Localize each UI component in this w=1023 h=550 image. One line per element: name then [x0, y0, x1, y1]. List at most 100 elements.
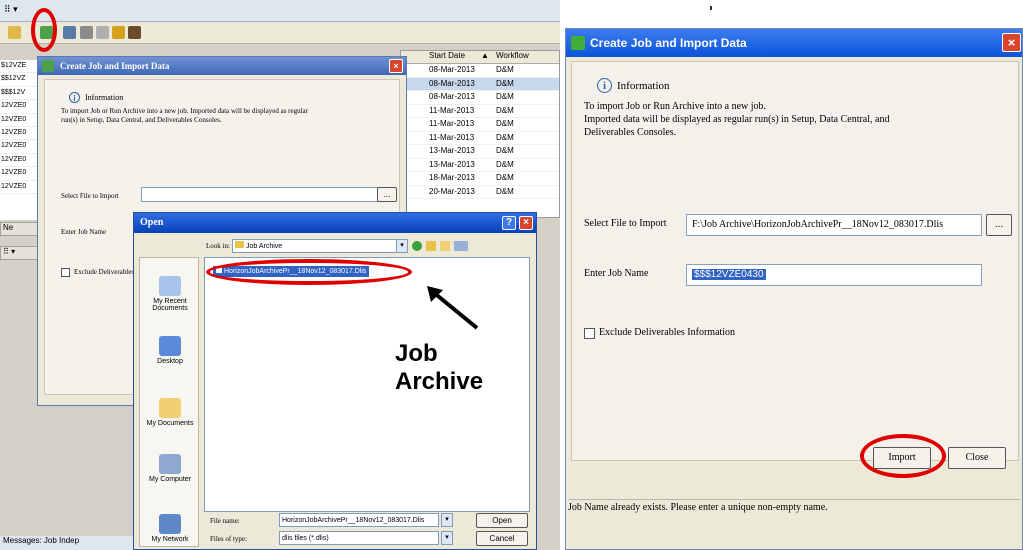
list-item[interactable]: 12VZE0 — [0, 127, 40, 141]
view-menu-icon[interactable] — [454, 241, 468, 251]
gear-icon[interactable] — [8, 26, 21, 39]
document-icon[interactable] — [128, 26, 141, 39]
look-in-value: Job Archive — [246, 243, 283, 250]
column-header-workflow[interactable]: Workflow — [496, 51, 529, 60]
file-path-input[interactable]: F:\Job Archive\HorizonJobArchivePr__18No… — [686, 214, 982, 236]
select-file-label: Select File to Import — [584, 218, 667, 229]
browse-button[interactable]: ... — [377, 187, 397, 202]
exclude-checkbox[interactable] — [61, 268, 70, 277]
list-item[interactable]: 12VZE0 — [0, 140, 40, 154]
job-name-selected-text: $$$12VZE0430 — [692, 269, 766, 280]
new-button[interactable]: Ne — [0, 222, 40, 236]
open-button[interactable]: Open — [476, 513, 528, 528]
cell-workflow: D&M — [496, 78, 514, 88]
chevron-down-icon[interactable]: ▾ — [441, 531, 453, 545]
columns-icon[interactable] — [80, 26, 93, 39]
cell-date: 11-Mar-2013 — [429, 132, 475, 142]
cell-date: 08-Mar-2013 — [429, 65, 475, 74]
table-row-selected[interactable]: 08-Mar-2013 D&M — [401, 77, 559, 91]
create-job-dialog-large: Create Job and Import Data × i Informati… — [565, 28, 1023, 550]
grid-icon[interactable] — [63, 26, 76, 39]
help-button[interactable]: ? — [502, 216, 516, 230]
highlight-ring-toolbar — [31, 8, 57, 52]
messages-tab[interactable]: Messages: Job Indep — [0, 536, 140, 550]
cell-workflow: D&M — [496, 159, 514, 169]
table-row[interactable]: 11-Mar-2013 D&M — [401, 132, 559, 145]
close-icon[interactable]: × — [389, 59, 403, 73]
list-item[interactable]: $12VZE — [0, 60, 40, 74]
cell-workflow: D&M — [496, 119, 514, 128]
list-item[interactable]: 12VZE0 — [0, 181, 40, 194]
file-type-select[interactable]: dlis files (*.dlis) — [279, 531, 439, 545]
cell-date: 11-Mar-2013 — [429, 105, 475, 115]
jobs-table: Start Date ▲ Workflow 08-Mar-2013 D&M 08-… — [400, 50, 560, 218]
up-folder-icon[interactable] — [426, 241, 436, 251]
table-row[interactable]: 08-Mar-2013 D&M — [401, 91, 559, 105]
cell-workflow: D&M — [496, 146, 514, 155]
exclude-label: Exclude Deliverables — [74, 268, 135, 276]
file-path-input[interactable] — [141, 187, 381, 202]
panel-header: ⠿ ▾ — [0, 246, 40, 260]
exclude-checkbox[interactable] — [584, 328, 595, 339]
cell-date: 13-Mar-2013 — [429, 146, 475, 155]
list-item[interactable]: 12VZE0 — [0, 100, 40, 114]
browse-button[interactable]: ... — [986, 214, 1012, 236]
list-item[interactable]: 12VZE0 — [0, 154, 40, 168]
chevron-down-icon[interactable]: ▾ — [396, 239, 408, 253]
menu-icon[interactable]: ⠿ ▾ — [4, 4, 18, 15]
table-row[interactable]: 13-Mar-2013 D&M — [401, 145, 559, 159]
table-row[interactable]: 20-Mar-2013 D&M — [401, 186, 559, 199]
job-list: $12VZE $$12VZ $$$12V 12VZE0 12VZE0 12VZE… — [0, 60, 40, 220]
info-heading: Information — [617, 80, 670, 92]
info-heading: Information — [85, 93, 124, 102]
dialog-content: i Information To import Job or Run Archi… — [571, 61, 1019, 461]
lock-icon[interactable] — [112, 26, 125, 39]
close-icon[interactable]: × — [519, 216, 533, 230]
status-bar: Job Name already exists. Please enter a … — [568, 499, 1020, 515]
list-item[interactable]: $$12VZ — [0, 73, 40, 87]
job-name-input[interactable]: $$$12VZE0430 — [686, 264, 982, 286]
column-header-start-date[interactable]: Start Date — [429, 51, 465, 60]
left-screenshot: ⠿ ▾ $12VZE $$12VZ $$$12V 12VZE0 12VZE0 1… — [0, 0, 560, 550]
table-row[interactable]: 11-Mar-2013 D&M — [401, 118, 559, 132]
file-name-input[interactable]: HorizonJobArchivePr__18Nov12_083017.Dlis — [279, 513, 439, 527]
list-item[interactable]: 12VZE0 — [0, 114, 40, 127]
app-icon — [42, 60, 54, 72]
close-icon[interactable]: × — [1002, 33, 1021, 52]
new-folder-icon[interactable] — [440, 241, 450, 251]
place-network[interactable]: My Network — [140, 514, 200, 543]
table-row[interactable]: 13-Mar-2013 D&M — [401, 159, 559, 172]
desktop-icon — [159, 336, 181, 356]
place-documents[interactable]: My Documents — [140, 398, 200, 427]
cell-workflow: D&M — [496, 173, 514, 182]
cell-date: 11-Mar-2013 — [429, 119, 475, 128]
recent-documents-icon — [159, 276, 181, 296]
table-row[interactable]: 11-Mar-2013 D&M — [401, 105, 559, 118]
table-row[interactable]: 08-Mar-2013 D&M — [401, 64, 559, 78]
cell-workflow: D&M — [496, 132, 514, 142]
back-icon[interactable] — [412, 241, 422, 251]
info-text: To import Job or Run Archive into a new … — [61, 107, 308, 124]
place-desktop[interactable]: Desktop — [140, 336, 200, 365]
table-row[interactable]: 18-Mar-2013 D&M — [401, 172, 559, 186]
places-bar: My Recent Documents Desktop My Documents… — [139, 257, 199, 547]
file-name-label: File name: — [210, 517, 240, 525]
close-button[interactable]: Close — [948, 447, 1006, 469]
place-recent[interactable]: My Recent Documents — [140, 276, 200, 312]
cell-workflow: D&M — [496, 186, 514, 196]
folder-icon — [235, 241, 244, 248]
annotation-label: Job Archive — [395, 340, 484, 395]
look-in-label: Look in: — [206, 242, 230, 250]
cancel-button[interactable]: Cancel — [476, 531, 528, 546]
place-computer[interactable]: My Computer — [140, 454, 200, 483]
delete-icon[interactable] — [96, 26, 109, 39]
info-line-1: To import Job or Run Archive into a new … — [584, 101, 767, 112]
place-label: My Documents — [146, 420, 194, 427]
file-type-label: Files of type: — [210, 535, 247, 543]
info-line-3: Deliverables Consoles. — [584, 127, 677, 138]
chevron-down-icon[interactable]: ▾ — [441, 513, 453, 527]
look-in-select[interactable]: Job Archive — [232, 239, 400, 253]
dialog-title: Create Job and Import Data — [38, 57, 406, 75]
list-item[interactable]: 12VZE0 — [0, 167, 40, 181]
list-item[interactable]: $$$12V — [0, 87, 40, 101]
